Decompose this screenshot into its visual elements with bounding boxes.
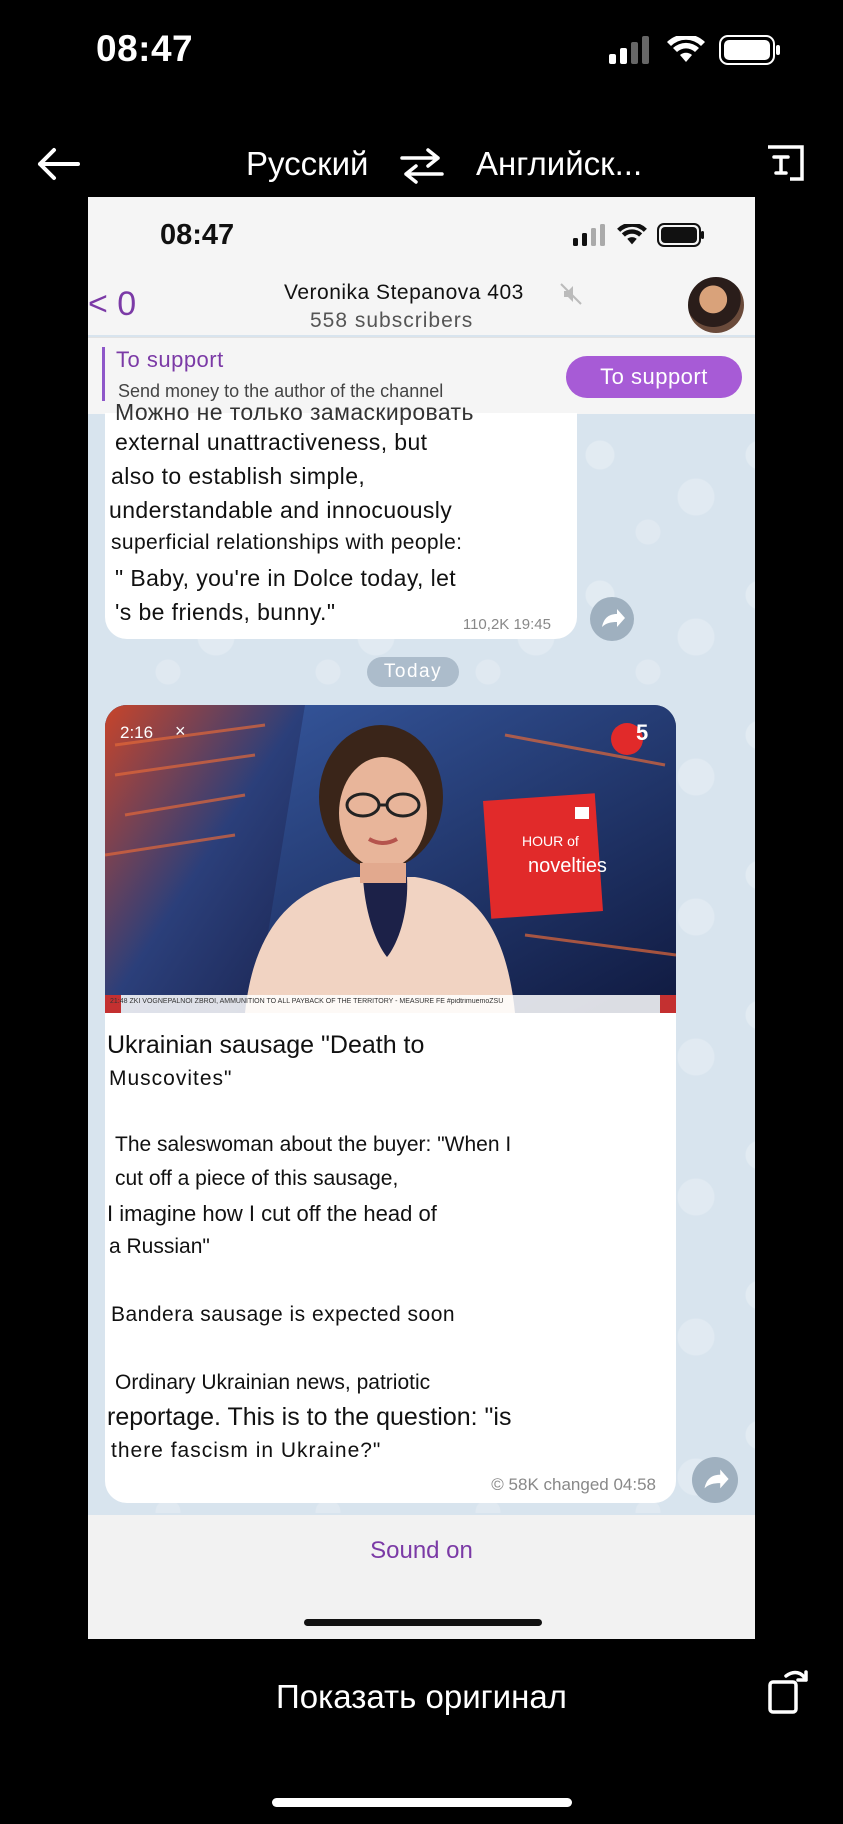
- inner-home-indicator: [304, 1619, 542, 1626]
- pinned-indicator: [102, 347, 105, 401]
- video-ticker: 21:48 ZKI VOGNEPALNOI ZBROI, AMMUNITION …: [110, 998, 504, 1005]
- show-original-button[interactable]: Показать оригинал: [0, 1678, 843, 1716]
- back-button[interactable]: < 0: [88, 285, 136, 324]
- video-close-button[interactable]: ×: [175, 721, 186, 742]
- cellular-signal-icon: [609, 36, 649, 64]
- message-line: Можно не только замаскировать: [115, 399, 474, 425]
- swap-languages-icon[interactable]: [398, 146, 446, 186]
- message-line: also to establish simple,: [111, 463, 366, 489]
- inner-status-time: 08:47: [160, 219, 235, 251]
- video-duration: 2:16: [120, 723, 154, 742]
- message-line: a Russian": [109, 1235, 210, 1258]
- message-meta: © 58K changed 04:58: [491, 1475, 656, 1494]
- date-separator: Today: [367, 657, 459, 687]
- message-line: " Baby, you're in Dolce today, let: [115, 565, 457, 591]
- message-line: The saleswoman about the buyer: "When I: [115, 1133, 512, 1156]
- sound-on-button[interactable]: Sound on: [88, 1537, 755, 1565]
- back-arrow-icon[interactable]: [34, 140, 82, 188]
- battery-icon: [719, 35, 780, 65]
- source-language[interactable]: Русский: [246, 145, 368, 183]
- share-arrow-icon: [704, 1469, 729, 1489]
- video-overlay-text: novelties: [528, 855, 607, 877]
- message-bubble[interactable]: Можно не только замаскировать external u…: [105, 399, 577, 639]
- message-line: Ordinary Ukrainian news, patriotic: [115, 1371, 431, 1394]
- channel-avatar[interactable]: [688, 277, 744, 333]
- os-status-icons: [609, 30, 781, 70]
- inner-status-icons: [573, 223, 705, 247]
- video-overlay-text: HOUR of: [522, 833, 579, 849]
- message-line: understandable and innocuously: [109, 497, 453, 523]
- share-button[interactable]: [590, 597, 634, 641]
- message-line: superficial relationships with people:: [111, 531, 463, 554]
- share-button[interactable]: [692, 1457, 738, 1503]
- subscriber-count: 558 subscribers: [310, 309, 474, 332]
- text-mode-icon[interactable]: [764, 143, 806, 183]
- translated-screenshot: 08:47 < 0 Veronika Stepanova 403 558 sub…: [88, 197, 755, 1639]
- battery-icon: [657, 223, 704, 247]
- wifi-icon: [617, 224, 647, 245]
- message-title: Muscovites": [109, 1067, 233, 1090]
- message-line: reportage. This is to the question: "is: [107, 1403, 512, 1431]
- rotate-screen-icon[interactable]: [766, 1666, 810, 1716]
- home-indicator: [272, 1798, 572, 1807]
- wifi-icon: [667, 36, 705, 62]
- message-line: Bandera sausage is expected soon: [111, 1303, 456, 1326]
- channel-logo: 5: [636, 720, 649, 745]
- support-button[interactable]: To support: [566, 356, 742, 398]
- message-line: cut off a piece of this sausage,: [115, 1167, 399, 1190]
- message-meta: 110,2K 19:45: [462, 616, 551, 633]
- message-line: there fascism in Ukraine?": [111, 1439, 382, 1462]
- cellular-signal-icon: [573, 224, 605, 246]
- muted-icon: [560, 283, 582, 305]
- pinned-title: To support: [116, 347, 224, 372]
- channel-name[interactable]: Veronika Stepanova 403: [284, 281, 524, 305]
- target-language[interactable]: Английск...: [476, 145, 642, 183]
- message-line: external unattractiveness, but: [115, 429, 428, 455]
- message-line: 's be friends, bunny.": [115, 599, 336, 625]
- share-arrow-icon: [602, 609, 625, 627]
- message-title: Ukrainian sausage "Death to: [107, 1031, 425, 1059]
- os-status-time: 08:47: [96, 28, 194, 69]
- message-line: I imagine how I cut off the head of: [107, 1201, 437, 1226]
